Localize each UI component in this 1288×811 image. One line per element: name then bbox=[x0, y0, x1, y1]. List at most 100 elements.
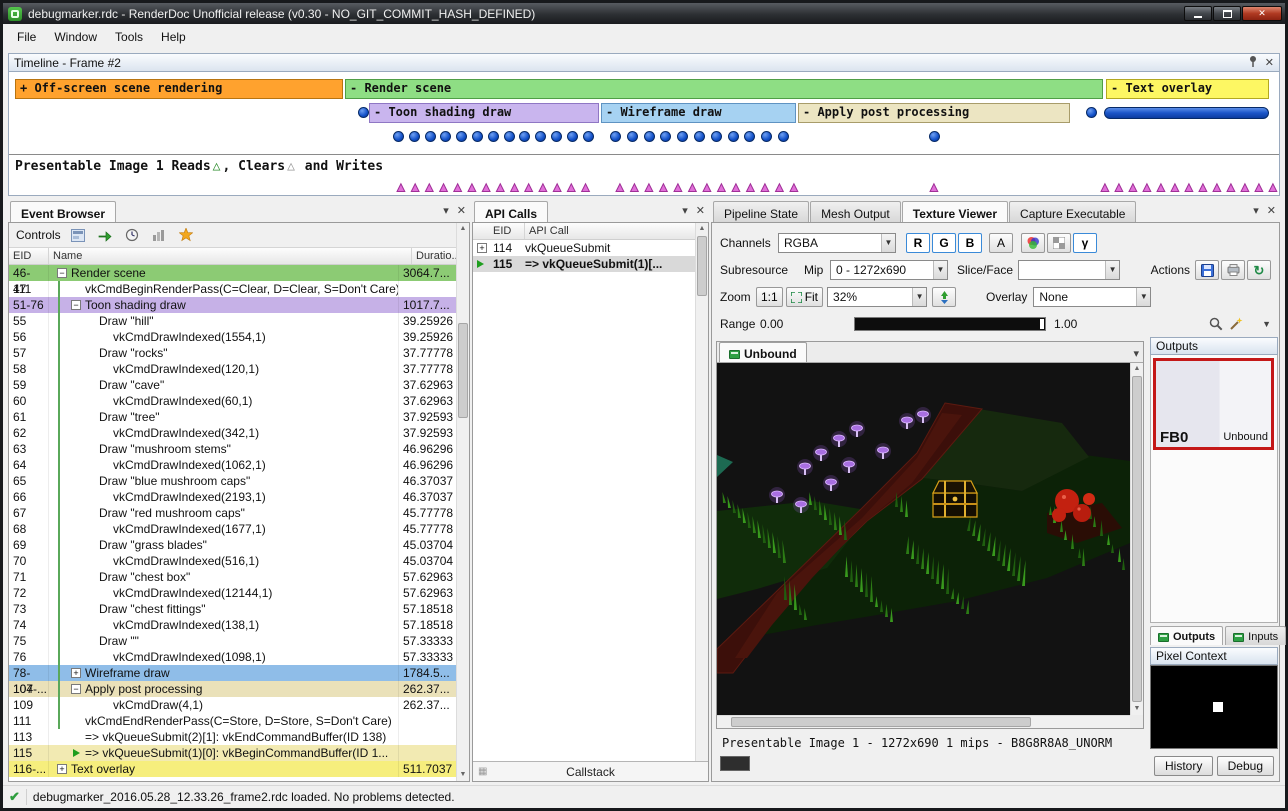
draw-event-dot[interactable] bbox=[409, 131, 420, 142]
event-row[interactable]: 72vkCmdDrawIndexed(12144,1)57.62963 bbox=[9, 585, 456, 601]
write-marker-triangle[interactable]: ▲ bbox=[689, 181, 697, 194]
zoom-dropdown[interactable]: 32%▼ bbox=[827, 287, 927, 307]
draw-event-dot[interactable] bbox=[694, 131, 705, 142]
scroll-thumb[interactable] bbox=[697, 236, 707, 296]
api-call-row[interactable]: 115=> vkQueueSubmit(1)[... bbox=[473, 256, 695, 272]
event-row[interactable]: 61Draw "tree"37.92593 bbox=[9, 409, 456, 425]
texture-list-chevron[interactable]: ▾ bbox=[1133, 347, 1139, 360]
close-button[interactable]: ✕ bbox=[1242, 6, 1282, 21]
chevron-down-icon[interactable]: ▾ bbox=[1253, 204, 1259, 217]
event-row[interactable]: 58vkCmdDrawIndexed(120,1)37.77778 bbox=[9, 361, 456, 377]
column-name[interactable]: Name bbox=[49, 248, 412, 264]
timeline-toggle-icon[interactable] bbox=[68, 226, 88, 245]
event-row[interactable]: 60vkCmdDrawIndexed(60,1)37.62963 bbox=[9, 393, 456, 409]
expander-collapsed-icon[interactable]: + bbox=[57, 764, 67, 774]
event-row[interactable]: 113=> vkQueueSubmit(2)[1]: vkEndCommandB… bbox=[9, 729, 456, 745]
tab-api-calls[interactable]: API Calls bbox=[474, 201, 548, 222]
write-marker-triangle[interactable]: ▲ bbox=[425, 181, 433, 194]
zoom-range-icon[interactable] bbox=[1206, 315, 1226, 334]
pixel-context-view[interactable] bbox=[1150, 665, 1278, 749]
callstack-section[interactable]: ▦ Callstack bbox=[473, 761, 708, 781]
scroll-thumb[interactable] bbox=[1132, 376, 1142, 702]
write-marker-triangle[interactable]: ▲ bbox=[1241, 181, 1249, 194]
channel-g-button[interactable]: G bbox=[932, 233, 956, 253]
menu-tools[interactable]: Tools bbox=[106, 26, 152, 48]
texture-tab-unbound[interactable]: Unbound bbox=[719, 342, 807, 362]
write-marker-triangle[interactable]: ▲ bbox=[703, 181, 711, 194]
time-durations-icon[interactable] bbox=[122, 226, 142, 245]
write-marker-triangle[interactable]: ▲ bbox=[660, 181, 668, 194]
draw-event-dot[interactable] bbox=[610, 131, 621, 142]
event-row[interactable]: 64vkCmdDrawIndexed(1062,1)46.96296 bbox=[9, 457, 456, 473]
overlay-dropdown[interactable]: None▼ bbox=[1033, 287, 1151, 307]
channel-a-button[interactable]: A bbox=[989, 233, 1013, 253]
write-marker-triangle[interactable]: ▲ bbox=[631, 181, 639, 194]
draw-event-dot[interactable] bbox=[660, 131, 671, 142]
zoom-1to1-button[interactable]: 1:1 bbox=[756, 287, 783, 307]
scroll-thumb[interactable] bbox=[458, 323, 468, 418]
write-marker-triangle[interactable]: ▲ bbox=[1101, 181, 1109, 194]
chevron-down-icon[interactable]: ▾ bbox=[443, 204, 449, 217]
draw-event-dot[interactable] bbox=[425, 131, 436, 142]
scroll-down-icon[interactable]: ▼ bbox=[1131, 703, 1143, 715]
write-marker-triangle[interactable]: ▲ bbox=[1143, 181, 1151, 194]
event-row[interactable]: 78-104+Wireframe draw1784.5... bbox=[9, 665, 456, 681]
expander-expanded-icon[interactable]: − bbox=[57, 268, 67, 278]
timeline-marker-bar[interactable]: - Render scene bbox=[345, 79, 1103, 99]
write-marker-triangle[interactable]: ▲ bbox=[1157, 181, 1165, 194]
export-button[interactable] bbox=[1221, 260, 1245, 280]
menu-help[interactable]: Help bbox=[152, 26, 195, 48]
autofit-wand-icon[interactable] bbox=[1226, 315, 1246, 334]
draw-event-dot[interactable] bbox=[472, 131, 483, 142]
write-marker-triangle[interactable]: ▲ bbox=[511, 181, 519, 194]
texture-vscrollbar[interactable]: ▲ ▼ bbox=[1130, 363, 1143, 715]
texture-display[interactable] bbox=[717, 363, 1130, 715]
write-marker-triangle[interactable]: ▲ bbox=[1171, 181, 1179, 194]
write-marker-triangle[interactable]: ▲ bbox=[732, 181, 740, 194]
write-marker-triangle[interactable]: ▲ bbox=[496, 181, 504, 194]
write-marker-triangle[interactable]: ▲ bbox=[1115, 181, 1123, 194]
history-button[interactable]: History bbox=[1154, 756, 1213, 776]
event-row[interactable]: 68vkCmdDrawIndexed(1677,1)45.77778 bbox=[9, 521, 456, 537]
expander-expanded-icon[interactable]: − bbox=[71, 300, 81, 310]
write-marker-triangle[interactable]: ▲ bbox=[1227, 181, 1235, 194]
draw-event-dot[interactable] bbox=[677, 131, 688, 142]
zoom-fit-button[interactable]: Fit bbox=[786, 287, 823, 307]
draw-event-dot[interactable] bbox=[744, 131, 755, 142]
write-marker-triangle[interactable]: ▲ bbox=[397, 181, 405, 194]
draw-event-dot[interactable] bbox=[393, 131, 404, 142]
column-eid[interactable]: EID bbox=[9, 248, 49, 264]
write-marker-triangle[interactable]: ▲ bbox=[468, 181, 476, 194]
event-row[interactable]: 65Draw "blue mushroom caps"46.37037 bbox=[9, 473, 456, 489]
mip-dropdown[interactable]: 0 - 1272x690▼ bbox=[830, 260, 948, 280]
jump-to-eid-icon[interactable] bbox=[95, 226, 115, 245]
timeline-marker-bar[interactable]: - Wireframe draw bbox=[601, 103, 796, 123]
tab-inputs[interactable]: Inputs bbox=[1225, 626, 1286, 645]
range-slider[interactable] bbox=[854, 317, 1046, 331]
scroll-up-icon[interactable]: ▲ bbox=[1131, 363, 1143, 375]
event-row[interactable]: 59Draw "cave"37.62963 bbox=[9, 377, 456, 393]
write-marker-triangle[interactable]: ▲ bbox=[1255, 181, 1263, 194]
write-marker-triangle[interactable]: ▲ bbox=[776, 181, 784, 194]
event-row[interactable]: 55Draw "hill"39.25926 bbox=[9, 313, 456, 329]
menu-window[interactable]: Window bbox=[45, 26, 106, 48]
api-call-row[interactable]: +114vkQueueSubmit bbox=[473, 240, 695, 256]
expander-expanded-icon[interactable]: − bbox=[71, 684, 81, 694]
event-row[interactable]: 71Draw "chest box"57.62963 bbox=[9, 569, 456, 585]
event-browser-scrollbar[interactable]: ▲ ▼ bbox=[456, 223, 469, 781]
write-marker-triangle[interactable]: ▲ bbox=[553, 181, 561, 194]
draw-event-dot[interactable] bbox=[1086, 107, 1097, 118]
draw-event-dot[interactable] bbox=[440, 131, 451, 142]
draw-event-dot[interactable] bbox=[929, 131, 940, 142]
channel-b-button[interactable]: B bbox=[958, 233, 982, 253]
tab-pipeline-state[interactable]: Pipeline State bbox=[713, 201, 809, 222]
menu-file[interactable]: File bbox=[8, 26, 45, 48]
write-marker-triangle[interactable]: ▲ bbox=[440, 181, 448, 194]
event-row[interactable]: 62vkCmdDrawIndexed(342,1)37.92593 bbox=[9, 425, 456, 441]
write-marker-triangle[interactable]: ▲ bbox=[616, 181, 624, 194]
draw-event-dot[interactable] bbox=[567, 131, 578, 142]
event-row[interactable]: 66vkCmdDrawIndexed(2193,1)46.37037 bbox=[9, 489, 456, 505]
write-marker-triangle[interactable]: ▲ bbox=[1199, 181, 1207, 194]
event-row[interactable]: 74vkCmdDrawIndexed(138,1)57.18518 bbox=[9, 617, 456, 633]
timeline-marker-bar[interactable]: - Apply post processing bbox=[798, 103, 1070, 123]
